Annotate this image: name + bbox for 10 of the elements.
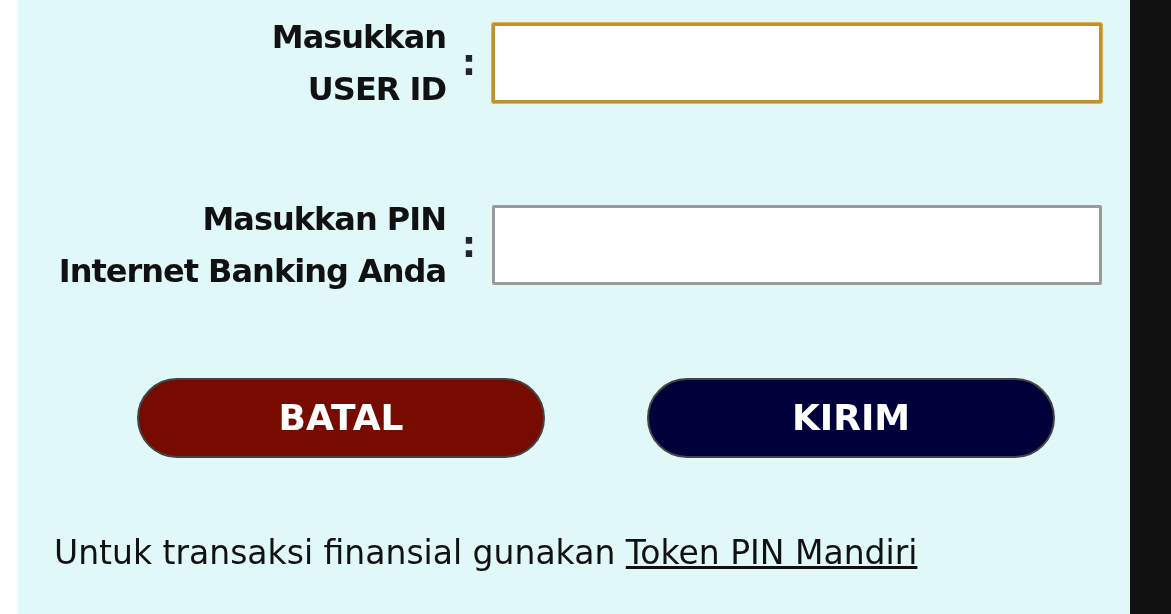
colon: : xyxy=(460,223,478,267)
colon: : xyxy=(460,41,478,85)
field-label: Masukkan USER ID xyxy=(270,17,446,110)
input-field[interactable] xyxy=(492,23,1102,103)
field-label: Masukkan PIN Internet Banking Anda xyxy=(57,199,446,292)
token-link[interactable]: Token PIN Mandiri xyxy=(625,533,918,572)
input-field[interactable] xyxy=(492,205,1102,285)
cancel-button[interactable]: BATAL xyxy=(137,378,545,458)
note-text: Untuk transaksi finansial gunakan Token PIN Mandiri xyxy=(54,532,919,574)
submit-button[interactable]: KIRIM xyxy=(647,378,1055,458)
